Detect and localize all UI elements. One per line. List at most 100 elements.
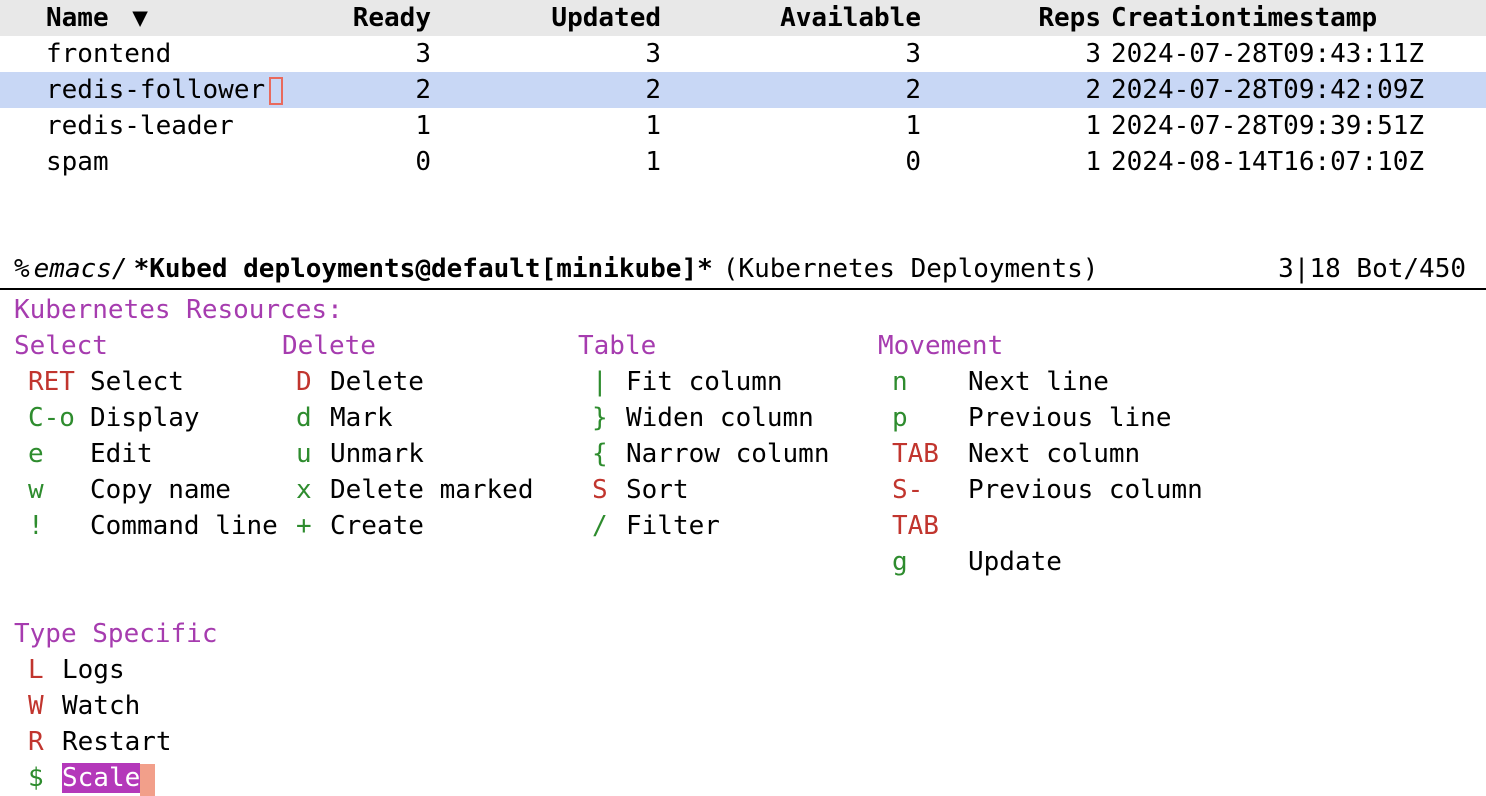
help-key: { — [578, 436, 626, 472]
help-item[interactable]: {Narrow column — [578, 436, 878, 472]
help-item[interactable]: RRestart — [14, 724, 414, 760]
help-item[interactable]: +Create — [282, 508, 578, 544]
help-key: x — [282, 472, 330, 508]
table-row[interactable]: redis-follower22222024-07-28T09:42:09Z — [0, 72, 1486, 108]
column-header-available[interactable]: Available — [691, 0, 951, 36]
help-item[interactable]: S-TABPrevious column — [878, 472, 1278, 544]
help-item[interactable]: !Command line — [14, 508, 282, 544]
help-key: L — [14, 652, 62, 688]
help-item[interactable]: $Scale — [14, 760, 414, 796]
column-header-updated[interactable]: Updated — [461, 0, 691, 36]
help-desc: Create — [330, 508, 424, 544]
help-desc: Delete marked — [330, 472, 534, 508]
help-desc: Copy name — [90, 472, 231, 508]
help-desc: Update — [968, 544, 1062, 580]
modeline-position: 3|18 Bot/450 — [1278, 251, 1466, 287]
help-area: Kubernetes Resources: Select RETSelectC-… — [0, 290, 1486, 796]
help-heading-table: Table — [578, 328, 878, 364]
column-header-ready[interactable]: Ready — [291, 0, 461, 36]
help-item[interactable]: }Widen column — [578, 400, 878, 436]
help-item[interactable]: TABNext column — [878, 436, 1278, 472]
help-key: ! — [14, 508, 90, 544]
help-columns-top: Select RETSelectC-oDisplayeEditwCopy nam… — [14, 328, 1486, 580]
cell-name-text: spam — [46, 147, 109, 177]
help-item[interactable]: RETSelect — [14, 364, 282, 400]
help-key: S — [578, 472, 626, 508]
help-heading-delete: Delete — [282, 328, 578, 364]
cell-name: redis-follower — [46, 72, 291, 108]
help-desc: Select — [90, 364, 184, 400]
help-group-movement: Movement nNext linepPrevious lineTABNext… — [878, 328, 1278, 580]
column-header-name-label: Name — [46, 3, 109, 33]
cell-name: frontend — [46, 36, 291, 72]
help-key: + — [282, 508, 330, 544]
cell-available: 2 — [691, 72, 951, 108]
help-desc: Scale — [62, 760, 155, 796]
help-desc: Display — [90, 400, 200, 436]
help-desc: Next column — [968, 436, 1140, 472]
sort-indicator-icon: ▼ — [132, 3, 148, 33]
help-item[interactable]: xDelete marked — [282, 472, 578, 508]
help-item[interactable]: C-oDisplay — [14, 400, 282, 436]
help-heading-select: Select — [14, 328, 282, 364]
help-key: / — [578, 508, 626, 544]
cell-available: 3 — [691, 36, 951, 72]
modeline-emacs: emacs/ — [34, 251, 128, 287]
help-item[interactable]: /Filter — [578, 508, 878, 544]
help-desc: Narrow column — [626, 436, 830, 472]
help-item[interactable]: LLogs — [14, 652, 414, 688]
help-item[interactable]: wCopy name — [14, 472, 282, 508]
help-desc: Delete — [330, 364, 424, 400]
help-item[interactable]: DDelete — [282, 364, 578, 400]
column-header-timestamp[interactable]: Creationtimestamp — [1111, 0, 1486, 36]
help-desc: Previous line — [968, 400, 1172, 436]
help-key: w — [14, 472, 90, 508]
cursor-icon — [269, 77, 283, 105]
help-desc: Command line — [90, 508, 278, 544]
cell-ready: 0 — [291, 144, 461, 180]
cell-ready: 2 — [291, 72, 461, 108]
table-row[interactable]: spam01012024-08-14T16:07:10Z — [0, 144, 1486, 180]
help-heading-type-specific: Type Specific — [14, 616, 414, 652]
help-item[interactable]: eEdit — [14, 436, 282, 472]
help-key: e — [14, 436, 90, 472]
help-item[interactable]: |Fit column — [578, 364, 878, 400]
help-desc: Restart — [62, 724, 172, 760]
help-key: u — [282, 436, 330, 472]
help-item[interactable]: pPrevious line — [878, 400, 1278, 436]
help-key: p — [878, 400, 968, 436]
cell-available: 1 — [691, 108, 951, 144]
modeline: % emacs/ *Kubed deployments@default[mini… — [0, 250, 1486, 290]
help-key: g — [878, 544, 968, 580]
cursor-icon — [140, 764, 155, 796]
help-item[interactable]: nNext line — [878, 364, 1278, 400]
cell-name-text: redis-follower — [46, 75, 265, 105]
modeline-prefix: % — [14, 251, 30, 287]
cell-name: spam — [46, 144, 291, 180]
help-item[interactable]: SSort — [578, 472, 878, 508]
help-desc: Filter — [626, 508, 720, 544]
cell-ready: 1 — [291, 108, 461, 144]
help-item[interactable]: WWatch — [14, 688, 414, 724]
help-desc: Sort — [626, 472, 689, 508]
help-key: $ — [14, 760, 62, 796]
help-desc: Fit column — [626, 364, 783, 400]
cell-ready: 3 — [291, 36, 461, 72]
table-row[interactable]: redis-leader11112024-07-28T09:39:51Z — [0, 108, 1486, 144]
help-group-table: Table |Fit column}Widen column{Narrow co… — [578, 328, 878, 580]
help-key: R — [14, 724, 62, 760]
help-key: TAB — [878, 436, 968, 472]
cell-updated: 1 — [461, 108, 691, 144]
help-desc: Watch — [62, 688, 140, 724]
cell-ts: 2024-07-28T09:42:09Z — [1111, 72, 1486, 108]
help-desc: Edit — [90, 436, 153, 472]
help-item[interactable]: dMark — [282, 400, 578, 436]
table-row[interactable]: frontend33332024-07-28T09:43:11Z — [0, 36, 1486, 72]
column-header-name[interactable]: Name ▼ — [46, 0, 291, 36]
cell-ts: 2024-07-28T09:43:11Z — [1111, 36, 1486, 72]
help-desc: Logs — [62, 652, 125, 688]
help-item[interactable]: gUpdate — [878, 544, 1278, 580]
column-header-reps[interactable]: Reps — [951, 0, 1111, 36]
help-key: d — [282, 400, 330, 436]
help-item[interactable]: uUnmark — [282, 436, 578, 472]
